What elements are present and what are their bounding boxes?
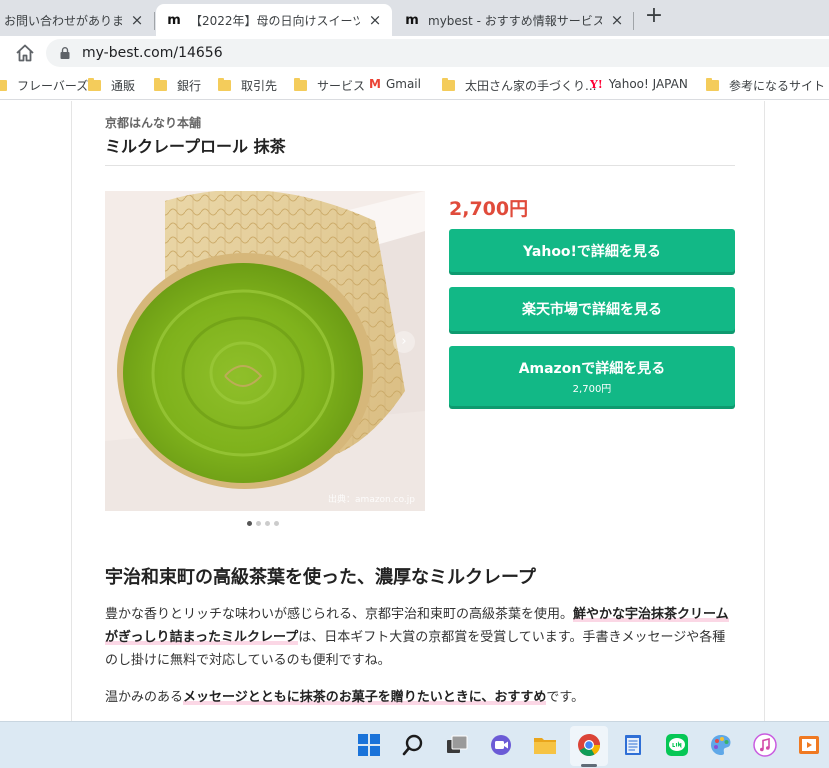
bookmark-reference-sites[interactable]: 参考になるサイト: [706, 77, 825, 94]
itunes-icon[interactable]: [752, 732, 778, 758]
bookmark-clients[interactable]: 取引先: [218, 77, 277, 94]
divider: [105, 165, 735, 166]
mybest-favicon-icon: m: [167, 12, 181, 28]
button-label: 楽天市場で詳細を見る: [522, 302, 662, 318]
active-app-indicator: [581, 764, 597, 767]
bookmark-label: サービス: [317, 79, 366, 93]
tab-title: お問い合わせがありました: [4, 13, 122, 28]
button-sub-price: 2,700円: [572, 383, 612, 395]
article-heading: 宇治和束町の高級茶葉を使った、濃厚なミルクレープ: [105, 567, 536, 588]
browser-toolbar: my-best.com/14656: [0, 36, 829, 70]
paragraph-text: です。: [546, 690, 585, 705]
bookmark-label: 参考になるサイト: [729, 79, 826, 93]
chrome-icon[interactable]: [576, 732, 602, 758]
bookmark-label: フレーバーズ: [17, 79, 89, 93]
tab-mothers-day-sweets[interactable]: m 【2022年】母の日向けスイーツのおすすめ ×: [156, 4, 392, 36]
folder-icon: [218, 78, 231, 91]
tab-title: 【2022年】母の日向けスイーツのおすすめ: [190, 13, 360, 28]
carousel-dot[interactable]: [265, 521, 270, 526]
folder-icon: [154, 78, 167, 91]
search-icon[interactable]: [400, 732, 426, 758]
tab-strip: お問い合わせがありました × m 【2022年】母の日向けスイーツのおすすめ ×…: [0, 0, 829, 36]
product-image[interactable]: › 出典：amazon.co.jp: [105, 191, 425, 511]
paint-icon[interactable]: [708, 732, 734, 758]
bookmark-flavors[interactable]: フレーバーズ: [0, 77, 88, 94]
mybest-favicon-icon: m: [405, 12, 419, 28]
url-text: my-best.com/14656: [82, 45, 223, 61]
windows-taskbar: [0, 721, 829, 768]
product-brand: 京都はんなり本舗: [105, 116, 202, 130]
bookmark-tsuhan[interactable]: 通販: [88, 77, 135, 94]
folder-icon: [294, 78, 307, 91]
close-icon[interactable]: ×: [368, 11, 382, 29]
paragraph-text: 豊かな香りとリッチな味わいが感じられる、京都宇治和束町の高級茶葉を使用。: [105, 607, 574, 622]
close-icon[interactable]: ×: [130, 11, 144, 29]
address-bar[interactable]: my-best.com/14656: [46, 39, 829, 67]
button-label: Yahoo!で詳細を見る: [523, 243, 661, 260]
gmail-icon: M: [369, 77, 381, 91]
bookmark-yahoo-japan[interactable]: Y! Yahoo! JAPAN: [590, 77, 688, 91]
matcha-crepe-roll-illustration: [105, 191, 425, 511]
carousel-dots: [247, 521, 279, 526]
yahoo-icon: Y!: [590, 77, 603, 91]
bookmark-service[interactable]: サービス: [294, 77, 365, 94]
tab-separator: [154, 12, 155, 30]
bookmark-bank[interactable]: 銀行: [154, 77, 201, 94]
chat-icon[interactable]: [488, 732, 514, 758]
carousel-next-button[interactable]: ›: [393, 331, 415, 353]
highlight-text: メッセージとともに抹茶のお菓子を贈りたいときに、おすすめ: [183, 690, 547, 705]
tab-separator: [633, 12, 634, 30]
rakuten-detail-button[interactable]: 楽天市場で詳細を見る: [449, 287, 735, 331]
home-icon[interactable]: [14, 42, 36, 64]
bookmark-label: 通販: [111, 79, 136, 93]
folder-icon: [88, 78, 101, 91]
carousel-dot[interactable]: [256, 521, 261, 526]
line-icon[interactable]: [664, 732, 690, 758]
notepad-icon[interactable]: [620, 732, 646, 758]
bookmark-label: Yahoo! JAPAN: [608, 77, 688, 91]
tab-inquiry[interactable]: お問い合わせがありました ×: [0, 4, 154, 36]
tab-title: mybest - おすすめ情報サービス: [428, 13, 602, 28]
button-label: Amazonで詳細を見る: [518, 360, 666, 377]
folder-icon: [706, 78, 719, 91]
task-view-icon[interactable]: [444, 732, 470, 758]
folder-icon: [442, 78, 455, 91]
file-explorer-icon[interactable]: [532, 732, 558, 758]
bookmark-label: 太田さん家の手づくり...: [465, 79, 597, 93]
bookmark-ota-homemade[interactable]: 太田さん家の手づくり...: [442, 77, 596, 94]
carousel-dot[interactable]: [247, 521, 252, 526]
amazon-detail-button[interactable]: Amazonで詳細を見る 2,700円: [449, 346, 735, 406]
image-credit: 出典：amazon.co.jp: [328, 495, 415, 505]
close-icon[interactable]: ×: [610, 11, 624, 29]
paragraph-text: 温かみのある: [105, 690, 184, 705]
bookmark-label: 銀行: [177, 79, 202, 93]
article-paragraph: 豊かな香りとリッチな味わいが感じられる、京都宇治和束町の高級茶葉を使用。鮮やかな…: [105, 603, 735, 672]
tab-mybest[interactable]: m mybest - おすすめ情報サービス ×: [394, 4, 634, 36]
yahoo-detail-button[interactable]: Yahoo!で詳細を見る: [449, 229, 735, 272]
bookmark-label: 取引先: [241, 79, 278, 93]
product-name: ミルクレープロール 抹茶: [105, 137, 286, 156]
bookmark-gmail[interactable]: M Gmail: [369, 77, 421, 91]
bookmark-label: Gmail: [385, 77, 421, 91]
page-content: 京都はんなり本舗 ミルクレープロール 抹茶 › 出典：amazon.co.jp …: [0, 101, 829, 721]
carousel-dot[interactable]: [274, 521, 279, 526]
product-card: 京都はんなり本舗 ミルクレープロール 抹茶 › 出典：amazon.co.jp …: [71, 101, 765, 721]
new-tab-button[interactable]: +: [642, 5, 666, 29]
bookmarks-bar: フレーバーズ 通販 銀行 取引先 サービス M Gmail 太田さん家の手づくり…: [0, 70, 829, 100]
article-paragraph: 温かみのあるメッセージとともに抹茶のお菓子を贈りたいときに、おすすめです。: [105, 686, 735, 709]
folder-icon: [0, 80, 7, 91]
lock-icon[interactable]: [58, 46, 72, 60]
windows-start-icon[interactable]: [356, 732, 382, 758]
media-player-icon[interactable]: [796, 732, 822, 758]
product-price: 2,700円: [449, 198, 529, 220]
